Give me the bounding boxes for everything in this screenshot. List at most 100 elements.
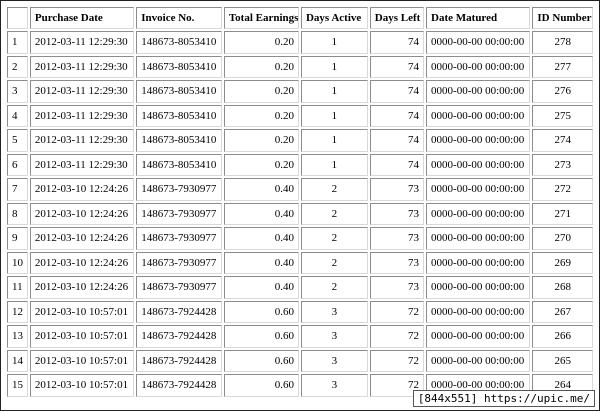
total-earnings-cell: 0.40 bbox=[223, 202, 299, 225]
days-active-cell: 1 bbox=[300, 104, 368, 127]
id-number-cell: 273 bbox=[532, 153, 593, 176]
row-number-cell: 4 bbox=[7, 104, 28, 127]
date-matured-cell: 0000-00-00 00:00:00 bbox=[426, 153, 531, 176]
days-left-cell: 74 bbox=[369, 104, 425, 127]
purchase-date-cell: 2012-03-10 10:57:01 bbox=[29, 374, 135, 397]
purchase-date-cell: 2012-03-10 10:57:01 bbox=[29, 349, 135, 372]
purchase-date-cell: 2012-03-10 12:24:26 bbox=[29, 251, 135, 274]
row-number-cell: 11 bbox=[7, 276, 28, 299]
table-row: 4 2012-03-11 12:29:30 148673-8053410 0.20 1 7… bbox=[7, 104, 593, 127]
invoice-no-cell: 148673-7930977 bbox=[136, 202, 222, 225]
date-matured-cell: 0000-00-00 00:00:00 bbox=[426, 227, 531, 250]
days-active-cell: 1 bbox=[300, 153, 368, 176]
table-row: 11 2012-03-10 12:24:26 148673-7930977 0.40 2… bbox=[7, 276, 593, 299]
days-active-cell: 2 bbox=[300, 251, 368, 274]
id-number-cell: 269 bbox=[532, 251, 593, 274]
days-active-cell: 1 bbox=[300, 80, 368, 103]
row-number-cell: 2 bbox=[7, 55, 28, 78]
days-active-cell: 2 bbox=[300, 276, 368, 299]
days-left-cell: 73 bbox=[369, 227, 425, 250]
total-earnings-cell: 0.20 bbox=[223, 153, 299, 176]
screenshot-frame: Purchase Date Invoice No. Total Earnings… bbox=[0, 0, 600, 411]
row-number-cell: 8 bbox=[7, 202, 28, 225]
row-number-cell: 12 bbox=[7, 300, 28, 323]
days-active-cell: 2 bbox=[300, 227, 368, 250]
id-number-cell: 268 bbox=[532, 276, 593, 299]
purchase-date-cell: 2012-03-10 10:57:01 bbox=[29, 325, 135, 348]
invoice-no-cell: 148673-7930977 bbox=[136, 251, 222, 274]
purchase-date-cell: 2012-03-10 12:24:26 bbox=[29, 276, 135, 299]
date-matured-cell: 0000-00-00 00:00:00 bbox=[426, 178, 531, 201]
total-earnings-cell: 0.40 bbox=[223, 251, 299, 274]
days-active-cell: 2 bbox=[300, 202, 368, 225]
days-active-cell: 3 bbox=[300, 349, 368, 372]
days-active-cell: 3 bbox=[300, 374, 368, 397]
days-left-cell: 74 bbox=[369, 129, 425, 152]
days-left-cell: 72 bbox=[369, 325, 425, 348]
id-number-cell: 266 bbox=[532, 325, 593, 348]
table-row: 12 2012-03-10 10:57:01 148673-7924428 0.60 3… bbox=[7, 300, 593, 323]
invoice-no-cell: 148673-8053410 bbox=[136, 104, 222, 127]
table-row: 8 2012-03-10 12:24:26 148673-7930977 0.40 2 7… bbox=[7, 202, 593, 225]
date-matured-cell: 0000-00-00 00:00:00 bbox=[426, 104, 531, 127]
id-number-cell: 277 bbox=[532, 55, 593, 78]
days-left-cell: 72 bbox=[369, 349, 425, 372]
row-number-cell: 13 bbox=[7, 325, 28, 348]
days-active-cell: 1 bbox=[300, 129, 368, 152]
table-row: 6 2012-03-11 12:29:30 148673-8053410 0.20 1 7… bbox=[7, 153, 593, 176]
total-earnings-cell: 0.20 bbox=[223, 104, 299, 127]
days-active-cell: 2 bbox=[300, 178, 368, 201]
header-days-active: Days Active bbox=[300, 7, 368, 29]
id-number-cell: 267 bbox=[532, 300, 593, 323]
table-row: 9 2012-03-10 12:24:26 148673-7930977 0.40 2 7… bbox=[7, 227, 593, 250]
invoice-no-cell: 148673-7924428 bbox=[136, 374, 222, 397]
days-active-cell: 3 bbox=[300, 325, 368, 348]
days-active-cell: 1 bbox=[300, 31, 368, 54]
id-number-cell: 271 bbox=[532, 202, 593, 225]
days-left-cell: 74 bbox=[369, 55, 425, 78]
row-number-cell: 6 bbox=[7, 153, 28, 176]
table-header-row: Purchase Date Invoice No. Total Earnings… bbox=[7, 7, 593, 29]
row-number-cell: 14 bbox=[7, 349, 28, 372]
header-total-earnings: Total Earnings bbox=[223, 7, 299, 29]
invoice-no-cell: 148673-7930977 bbox=[136, 227, 222, 250]
id-number-cell: 274 bbox=[532, 129, 593, 152]
purchase-date-cell: 2012-03-11 12:29:30 bbox=[29, 153, 135, 176]
table-row: 10 2012-03-10 12:24:26 148673-7930977 0.40 2… bbox=[7, 251, 593, 274]
total-earnings-cell: 0.20 bbox=[223, 129, 299, 152]
date-matured-cell: 0000-00-00 00:00:00 bbox=[426, 31, 531, 54]
days-left-cell: 73 bbox=[369, 276, 425, 299]
table-row: 1 2012-03-11 12:29:30 148673-8053410 0.20 1 7… bbox=[7, 31, 593, 54]
purchases-table: Purchase Date Invoice No. Total Earnings… bbox=[5, 5, 595, 399]
row-number-cell: 1 bbox=[7, 31, 28, 54]
days-active-cell: 3 bbox=[300, 300, 368, 323]
date-matured-cell: 0000-00-00 00:00:00 bbox=[426, 276, 531, 299]
id-number-cell: 270 bbox=[532, 227, 593, 250]
header-purchase-date: Purchase Date bbox=[29, 7, 135, 29]
invoice-no-cell: 148673-8053410 bbox=[136, 153, 222, 176]
invoice-no-cell: 148673-7930977 bbox=[136, 178, 222, 201]
row-number-cell: 3 bbox=[7, 80, 28, 103]
days-left-cell: 73 bbox=[369, 202, 425, 225]
row-number-cell: 15 bbox=[7, 374, 28, 397]
purchase-date-cell: 2012-03-11 12:29:30 bbox=[29, 31, 135, 54]
invoice-no-cell: 148673-7930977 bbox=[136, 276, 222, 299]
header-id-number: ID Number bbox=[532, 7, 593, 29]
total-earnings-cell: 0.40 bbox=[223, 276, 299, 299]
date-matured-cell: 0000-00-00 00:00:00 bbox=[426, 80, 531, 103]
purchase-date-cell: 2012-03-10 12:24:26 bbox=[29, 202, 135, 225]
header-date-matured: Date Matured bbox=[426, 7, 531, 29]
days-left-cell: 73 bbox=[369, 251, 425, 274]
row-number-cell: 9 bbox=[7, 227, 28, 250]
header-row-number bbox=[7, 7, 28, 29]
row-number-cell: 10 bbox=[7, 251, 28, 274]
purchase-date-cell: 2012-03-11 12:29:30 bbox=[29, 80, 135, 103]
date-matured-cell: 0000-00-00 00:00:00 bbox=[426, 251, 531, 274]
invoice-no-cell: 148673-8053410 bbox=[136, 55, 222, 78]
id-number-cell: 275 bbox=[532, 104, 593, 127]
purchase-date-cell: 2012-03-10 12:24:26 bbox=[29, 178, 135, 201]
purchase-date-cell: 2012-03-10 10:57:01 bbox=[29, 300, 135, 323]
purchase-date-cell: 2012-03-11 12:29:30 bbox=[29, 55, 135, 78]
id-number-cell: 272 bbox=[532, 178, 593, 201]
date-matured-cell: 0000-00-00 00:00:00 bbox=[426, 325, 531, 348]
